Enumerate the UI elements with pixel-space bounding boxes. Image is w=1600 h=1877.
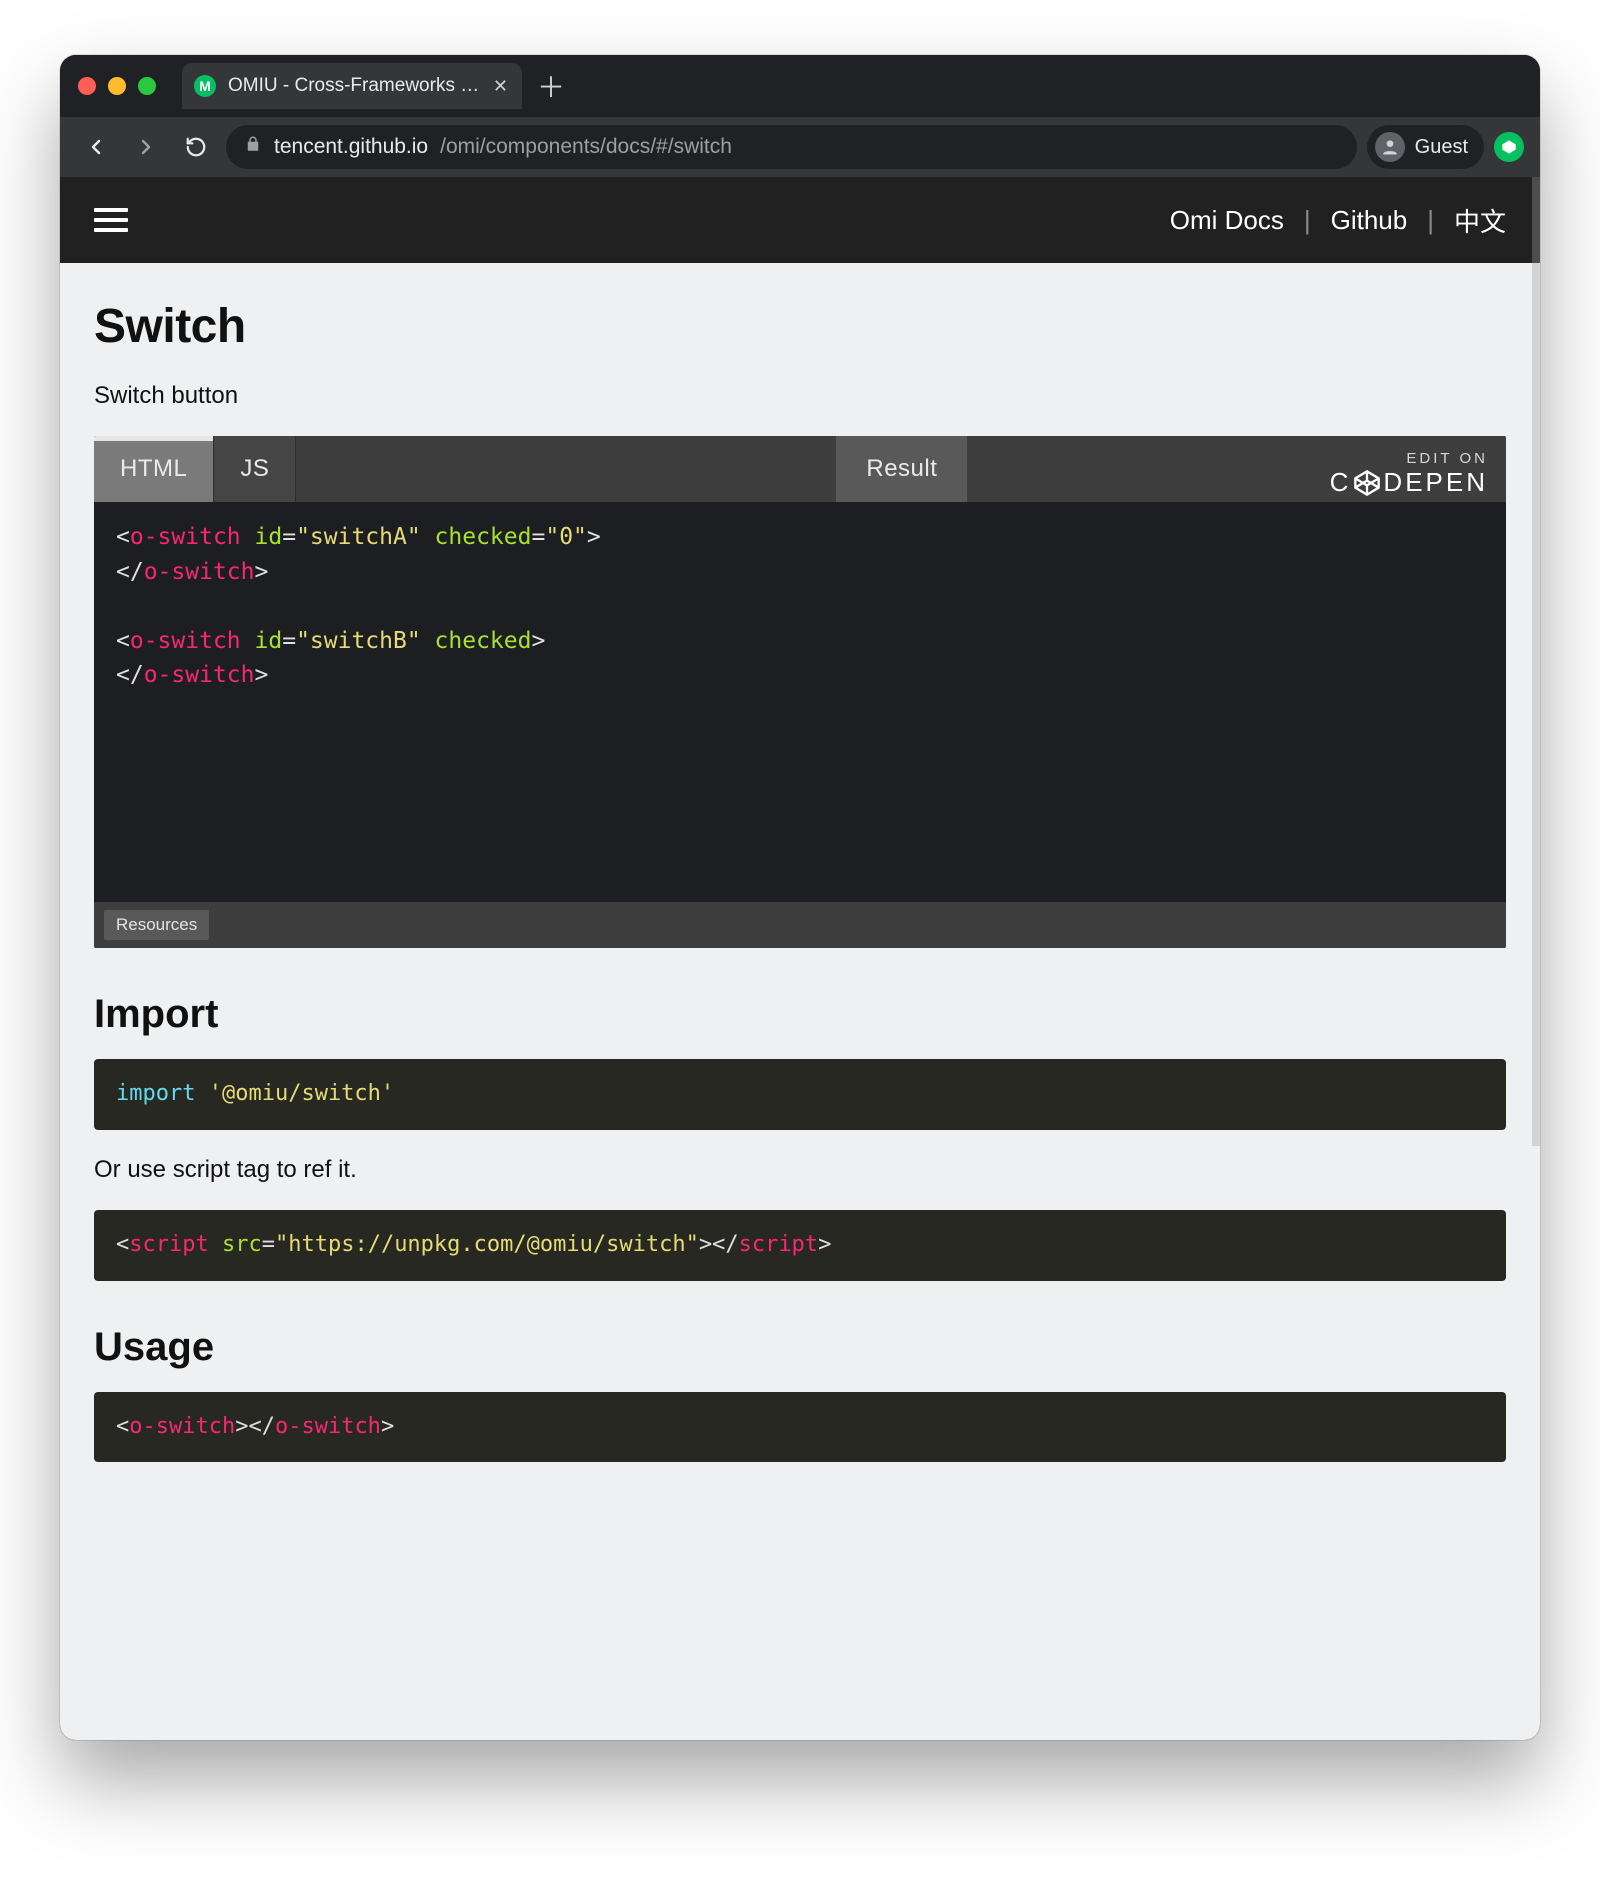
extension-badge-icon[interactable]	[1494, 132, 1524, 162]
codepen-tab-js[interactable]: JS	[214, 436, 296, 502]
tab-title: OMIU - Cross-Frameworks UI F	[228, 75, 481, 97]
separator-icon: |	[1304, 205, 1311, 236]
profile-chip[interactable]: Guest	[1367, 125, 1484, 169]
browser-tab[interactable]: M OMIU - Cross-Frameworks UI F ✕	[182, 63, 522, 109]
scrollbar[interactable]	[1532, 177, 1540, 1146]
doc-content: Switch Switch button HTML JS Result EDIT…	[60, 263, 1540, 1502]
new-tab-button[interactable]: ＋	[532, 67, 570, 105]
codepen-edit-on-label: EDIT ON	[1406, 450, 1488, 467]
header-link-github[interactable]: Github	[1331, 205, 1408, 236]
window-controls	[78, 77, 156, 95]
back-button[interactable]	[76, 127, 116, 167]
profile-label: Guest	[1415, 136, 1468, 159]
codepen-resources-button[interactable]: Resources	[104, 910, 209, 940]
browser-toolbar: tencent.github.io/omi/components/docs/#/…	[60, 117, 1540, 177]
page-subtitle: Switch button	[94, 382, 1506, 410]
header-links: Omi Docs | Github | 中文	[1170, 202, 1506, 239]
section-usage-heading: Usage	[94, 1325, 1506, 1370]
address-bar[interactable]: tencent.github.io/omi/components/docs/#/…	[226, 125, 1357, 169]
zoom-window-button[interactable]	[138, 77, 156, 95]
app-header: Omi Docs | Github | 中文	[60, 177, 1540, 263]
tab-close-icon[interactable]: ✕	[493, 76, 508, 97]
code-usage[interactable]: <o-switch></o-switch>	[94, 1392, 1506, 1463]
script-note: Or use script tag to ref it.	[94, 1156, 1506, 1184]
browser-tabstrip: M OMIU - Cross-Frameworks UI F ✕ ＋	[60, 55, 1540, 117]
codepen-footer: Resources	[94, 902, 1506, 948]
codepen-tab-html[interactable]: HTML	[94, 436, 214, 502]
code-script-tag[interactable]: <script src="https://unpkg.com/@omiu/swi…	[94, 1210, 1506, 1281]
avatar-icon	[1375, 132, 1405, 162]
separator-icon: |	[1427, 205, 1434, 236]
codepen-tab-result[interactable]: Result	[836, 436, 967, 502]
codepen-cube-icon	[1353, 469, 1381, 497]
lock-icon	[244, 135, 262, 159]
browser-window: M OMIU - Cross-Frameworks UI F ✕ ＋ tence…	[60, 55, 1540, 1740]
menu-button[interactable]	[94, 208, 128, 232]
page-title: Switch	[94, 299, 1506, 354]
header-link-chinese[interactable]: 中文	[1454, 202, 1506, 239]
close-window-button[interactable]	[78, 77, 96, 95]
tab-favicon-icon: M	[194, 75, 216, 97]
reload-button[interactable]	[176, 127, 216, 167]
section-import-heading: Import	[94, 992, 1506, 1037]
header-link-omi-docs[interactable]: Omi Docs	[1170, 205, 1284, 236]
forward-button[interactable]	[126, 127, 166, 167]
url-host: tencent.github.io	[274, 135, 428, 159]
codepen-logo[interactable]: C DEPEN	[1330, 467, 1488, 498]
codepen-code-editor[interactable]: <o-switch id="switchA" checked="0"> </o-…	[94, 502, 1506, 902]
codepen-embed: HTML JS Result EDIT ON C DEPEN	[94, 436, 1506, 948]
codepen-tabs: HTML JS Result EDIT ON C DEPEN	[94, 436, 1506, 502]
page-viewport: Omi Docs | Github | 中文 Switch Switch but…	[60, 177, 1540, 1740]
url-path: /omi/components/docs/#/switch	[440, 135, 732, 159]
minimize-window-button[interactable]	[108, 77, 126, 95]
code-import[interactable]: import '@omiu/switch'	[94, 1059, 1506, 1130]
